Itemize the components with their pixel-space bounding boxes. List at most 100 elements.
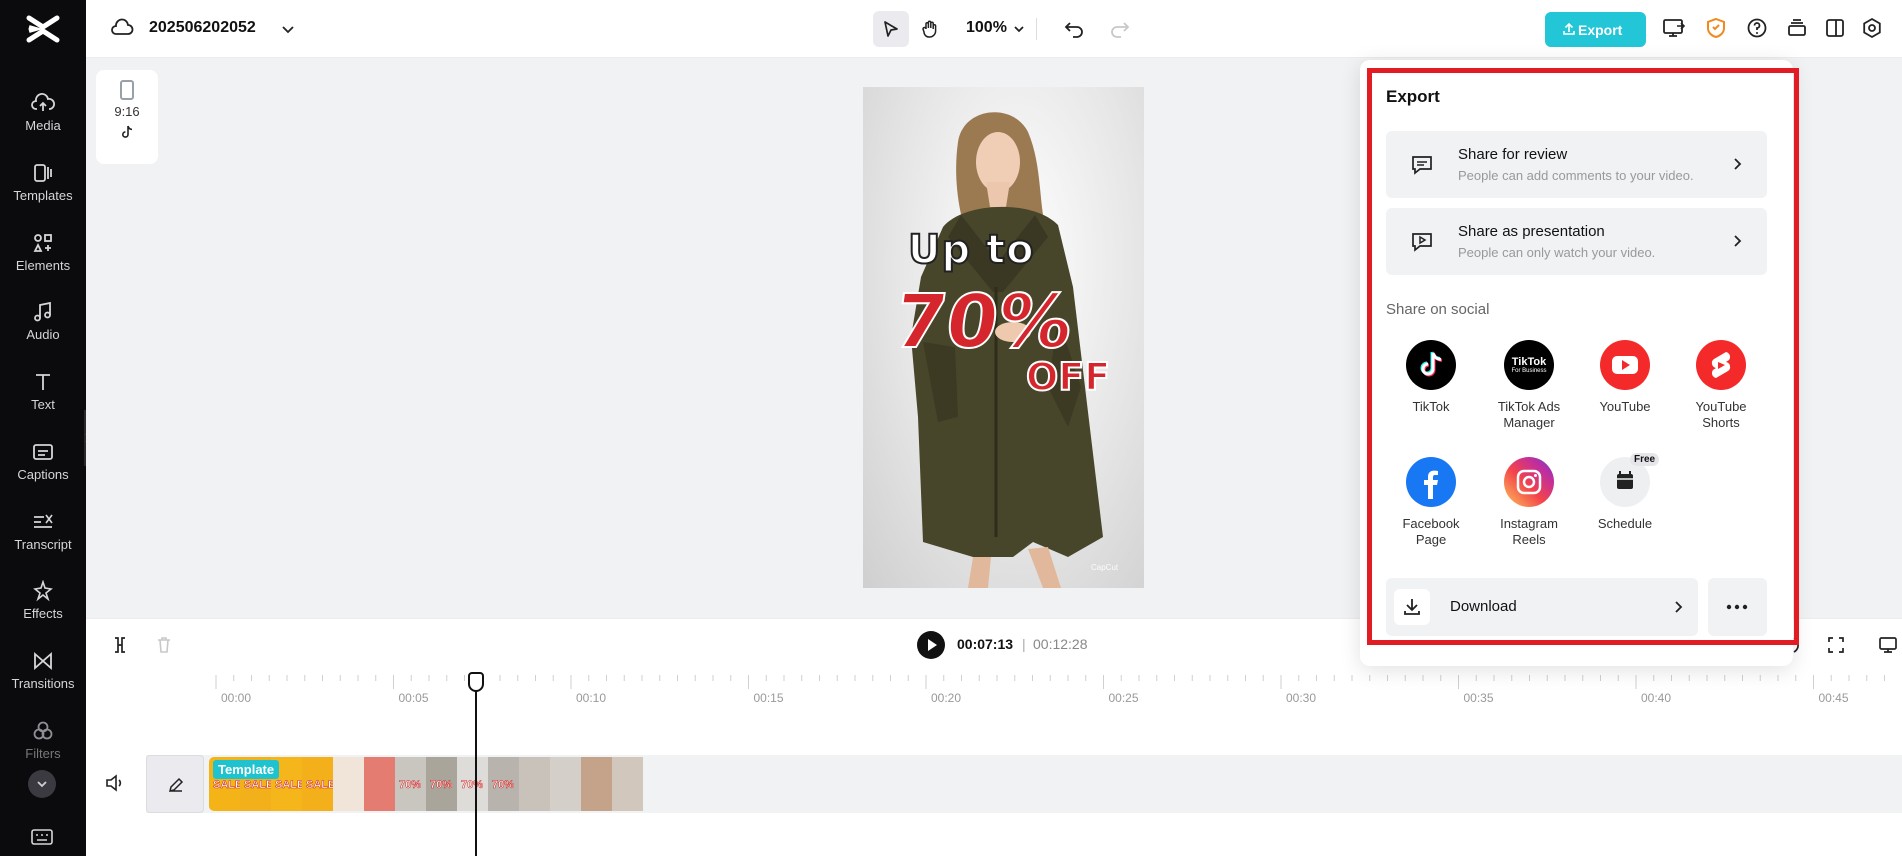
edit-cover-button[interactable] xyxy=(146,755,204,813)
current-time: 00:07:13 xyxy=(957,636,1014,652)
youtube-shorts-icon xyxy=(1696,340,1746,390)
social-name: Facebook Page xyxy=(1402,516,1460,547)
filters-icon xyxy=(33,721,53,740)
hand-icon xyxy=(922,20,937,38)
play-button[interactable] xyxy=(917,631,945,659)
thumbnail-text: SALE xyxy=(213,779,243,792)
play-icon xyxy=(928,639,937,651)
templates-icon xyxy=(34,164,52,182)
timeline-ruler[interactable]: 00:00 00:05 00:10 00:15 00:20 00:25 00:30 00:35… xyxy=(86,675,1902,715)
social-name: YouTube xyxy=(1599,399,1651,414)
facebook-icon xyxy=(1406,457,1456,507)
sidebar-item-elements[interactable]: Elements xyxy=(0,224,86,286)
divider xyxy=(1036,18,1037,40)
total-time: 00:12:28 xyxy=(1033,636,1088,652)
pencil-icon xyxy=(168,777,184,793)
volume-icon[interactable] xyxy=(104,772,126,794)
ruler-tick-label: 00:20 xyxy=(931,691,962,705)
fullscreen-icon[interactable] xyxy=(1826,635,1846,655)
project-title[interactable]: 202506202052 xyxy=(149,19,256,37)
share-as-presentation-button[interactable]: Share as presentation People can only wa… xyxy=(1386,208,1767,275)
trash-icon[interactable] xyxy=(154,635,174,655)
settings-icon[interactable] xyxy=(1861,17,1883,39)
tiktok-icon xyxy=(1406,340,1456,390)
download-button[interactable]: Download xyxy=(1386,578,1698,636)
comment-icon xyxy=(1412,156,1432,175)
chevron-right-icon xyxy=(1734,158,1742,170)
clip-thumbnail: SALE xyxy=(302,757,336,811)
shield-icon[interactable] xyxy=(1706,17,1726,39)
share-tiktok-button[interactable]: TikTok xyxy=(1388,340,1474,415)
zoom-level[interactable]: 100% xyxy=(966,19,1007,37)
sidebar-item-transcript[interactable]: Transcript xyxy=(0,503,86,565)
share-for-review-button[interactable]: Share for review People can add comments… xyxy=(1386,131,1767,198)
preview-text-upto: Up to xyxy=(907,226,1035,274)
social-name: TikTok xyxy=(1412,399,1450,414)
thumbnail-text: SALE xyxy=(275,779,305,792)
sidebar-item-text[interactable]: Text xyxy=(0,363,86,425)
sidebar-item-filters[interactable]: Filters xyxy=(0,712,86,774)
sidebar-item-label: Elements xyxy=(15,258,71,273)
select-tool-button[interactable] xyxy=(873,11,909,47)
ruler-tick-label: 00:45 xyxy=(1818,691,1849,705)
more-options-button[interactable] xyxy=(1708,578,1767,636)
playhead-handle[interactable] xyxy=(468,672,484,692)
share-instagram-reels-button[interactable]: Instagram Reels xyxy=(1486,457,1572,548)
thumbnail-text: 70% xyxy=(461,779,484,792)
tiktok-logo-text: TikTok xyxy=(1511,356,1547,368)
thumbnail-text: SALE xyxy=(306,779,336,792)
share-facebook-page-button[interactable]: Facebook Page xyxy=(1388,457,1474,548)
sidebar-expand-button[interactable] xyxy=(28,770,56,798)
aspect-ratio-selector[interactable]: 9:16 xyxy=(96,70,158,164)
chevron-down-icon[interactable] xyxy=(280,21,296,37)
sidebar-item-label: Media xyxy=(25,118,61,133)
share-youtube-button[interactable]: YouTube xyxy=(1582,340,1668,415)
hand-tool-button[interactable] xyxy=(912,11,948,47)
cloud-sync-icon[interactable] xyxy=(110,18,134,38)
time-separator: | xyxy=(1022,636,1026,652)
clip-thumbnail: 70% xyxy=(426,757,457,811)
watermark-logo: CapCut xyxy=(1091,563,1119,572)
sidebar-item-effects[interactable]: Effects xyxy=(0,572,86,634)
chevron-right-icon xyxy=(1675,601,1683,613)
download-icon-box xyxy=(1394,589,1430,625)
capcut-logo[interactable] xyxy=(26,14,60,44)
keyboard-icon[interactable] xyxy=(30,828,54,846)
ruler-tick-label: 00:40 xyxy=(1641,691,1672,705)
sidebar-item-media[interactable]: Media xyxy=(0,84,86,146)
layers-icon[interactable] xyxy=(1786,17,1808,39)
sidebar-item-captions[interactable]: Captions xyxy=(0,433,86,495)
free-badge: Free xyxy=(1630,453,1660,466)
export-button[interactable]: Export xyxy=(1545,12,1646,47)
phone-frame-icon xyxy=(120,80,134,100)
chevron-down-icon[interactable] xyxy=(1012,22,1026,36)
clock-icon[interactable] xyxy=(1792,635,1804,655)
sidebar-item-audio[interactable]: Audio xyxy=(0,293,86,355)
export-panel-title: Export xyxy=(1386,87,1440,106)
redo-icon[interactable] xyxy=(1108,18,1130,40)
split-icon[interactable] xyxy=(110,635,130,655)
undo-icon[interactable] xyxy=(1064,18,1086,40)
present-screen-icon[interactable] xyxy=(1662,17,1686,39)
sidebar-item-label: Effects xyxy=(23,606,63,621)
thumbnail-text: 70% xyxy=(399,779,422,792)
youtube-icon xyxy=(1600,340,1650,390)
clip-thumbnail: 70% xyxy=(457,757,488,811)
monitor-icon[interactable] xyxy=(1878,635,1898,655)
help-icon[interactable] xyxy=(1746,17,1768,39)
video-preview[interactable]: Up to 70% OFF CapCut xyxy=(863,87,1144,588)
share-youtube-shorts-button[interactable]: YouTube Shorts xyxy=(1678,340,1764,431)
sidebar-item-label: Templates xyxy=(13,188,73,203)
share-tiktok-ads-button[interactable]: TikTok For Business TikTok Ads Manager xyxy=(1486,340,1572,431)
sidebar-item-label: Filters xyxy=(25,746,61,761)
sidebar-item-templates[interactable]: Templates xyxy=(0,154,86,216)
panel-layout-icon[interactable] xyxy=(1824,17,1846,39)
schedule-button[interactable]: Free Schedule xyxy=(1582,453,1668,532)
tiktok-logo-subtext: For Business xyxy=(1511,368,1547,374)
social-name: Schedule xyxy=(1597,516,1653,531)
playhead[interactable] xyxy=(475,675,477,856)
template-badge: Template xyxy=(213,760,280,779)
thumbnail-text: 70% xyxy=(430,779,453,792)
instagram-icon xyxy=(1504,457,1554,507)
sidebar-item-transitions[interactable]: Transitions xyxy=(0,642,86,704)
